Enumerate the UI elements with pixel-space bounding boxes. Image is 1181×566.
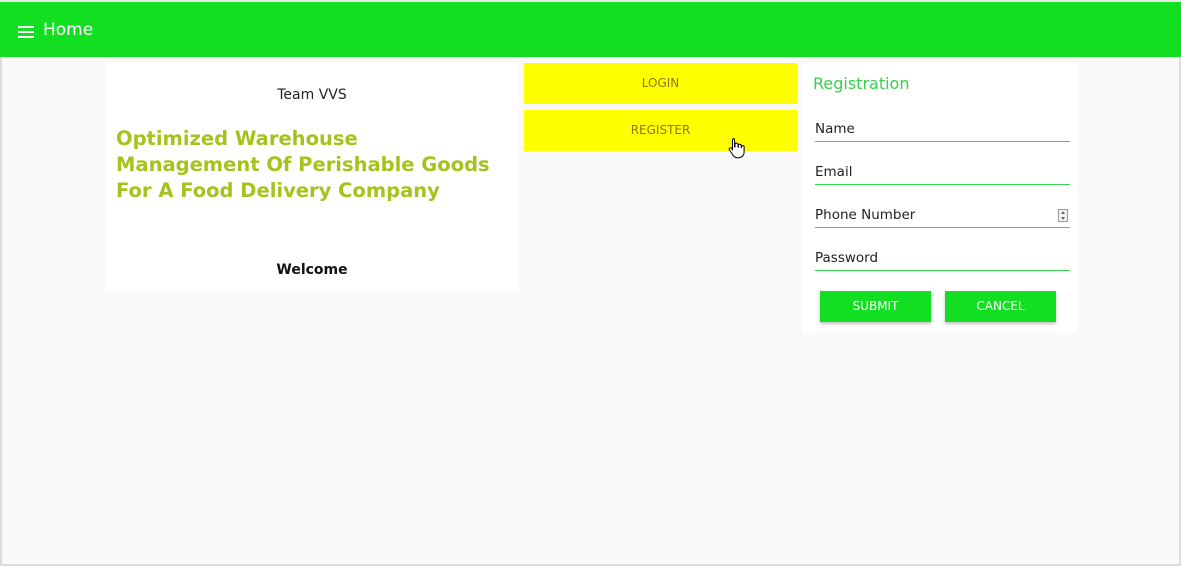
cancel-button[interactable]: CANCEL [945, 291, 1056, 322]
registration-title: Registration [813, 74, 910, 93]
welcome-text: Welcome [276, 262, 348, 278]
hamburger-menu-icon[interactable] [18, 26, 34, 38]
hand-cursor-icon [728, 138, 745, 159]
name-field-wrapper [815, 118, 1070, 142]
email-input[interactable] [815, 161, 1070, 183]
phone-number-input[interactable] [815, 204, 1070, 226]
password-field-wrapper [815, 247, 1070, 271]
top-app-bar: Home [0, 0, 1181, 57]
home-link[interactable]: Home [43, 20, 93, 40]
register-button[interactable]: REGISTER [524, 110, 797, 151]
number-spinner-icon[interactable] [1058, 209, 1068, 222]
submit-button[interactable]: SUBMIT [820, 291, 931, 322]
password-input[interactable] [815, 247, 1070, 269]
name-input[interactable] [815, 118, 1070, 140]
email-field-wrapper [815, 161, 1070, 185]
registration-card: Registration SUBMIT CANCEL [802, 63, 1077, 333]
login-button[interactable]: LOGIN [524, 63, 797, 104]
team-name: Team VVS [277, 87, 347, 103]
project-title: Optimized Warehouse Management Of Perish… [116, 127, 490, 202]
phone-field-wrapper [815, 204, 1070, 228]
intro-card: Team VVS Optimized Warehouse Management … [105, 63, 519, 291]
